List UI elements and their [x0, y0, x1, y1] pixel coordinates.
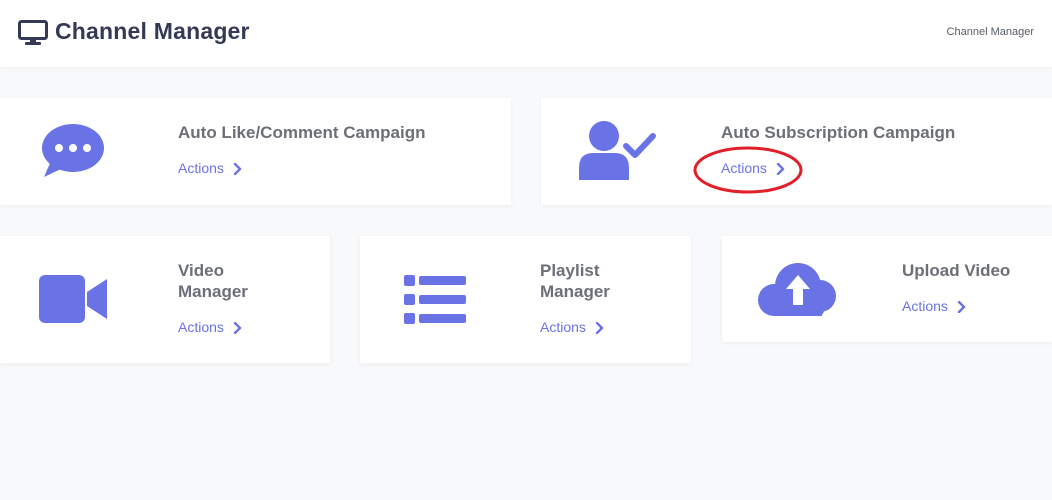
actions-label: Actions	[721, 160, 767, 176]
list-icon	[404, 275, 468, 330]
actions-link[interactable]: Actions	[540, 319, 605, 335]
card-title-line1: Video	[178, 261, 224, 280]
video-camera-icon	[39, 275, 109, 328]
actions-label: Actions	[178, 319, 224, 335]
page-title: Channel Manager	[55, 18, 250, 44]
chevron-right-icon	[233, 162, 243, 176]
card-title: Playlist Manager	[540, 260, 610, 302]
monitor-icon	[18, 20, 48, 46]
user-check-icon	[577, 120, 657, 187]
card-title-line2: Manager	[540, 282, 610, 301]
actions-label: Actions	[540, 319, 586, 335]
actions-link[interactable]: Actions	[178, 319, 243, 335]
chevron-right-icon	[233, 321, 243, 335]
actions-link[interactable]: Actions	[902, 298, 967, 314]
card-title: Video Manager	[178, 260, 248, 302]
card-title-line2: Manager	[178, 282, 248, 301]
actions-link[interactable]: Actions	[721, 160, 786, 176]
actions-label: Actions	[178, 160, 224, 176]
card-title: Upload Video	[902, 261, 1011, 280]
chat-bubble-icon	[41, 123, 105, 183]
top-header: Channel Manager Channel Manager	[0, 0, 1052, 67]
card-auto-like-comment: Auto Like/Comment Campaign Actions	[0, 98, 511, 205]
cloud-upload-icon	[758, 262, 838, 323]
card-title-line1: Playlist	[540, 261, 600, 280]
actions-label: Actions	[902, 298, 948, 314]
chevron-right-icon	[595, 321, 605, 335]
chevron-right-icon	[957, 300, 967, 314]
card-title: Auto Subscription Campaign	[721, 123, 956, 142]
breadcrumb[interactable]: Channel Manager	[947, 26, 1034, 38]
chevron-right-icon	[776, 162, 786, 176]
actions-link[interactable]: Actions	[178, 160, 243, 176]
card-title: Auto Like/Comment Campaign	[178, 123, 426, 142]
